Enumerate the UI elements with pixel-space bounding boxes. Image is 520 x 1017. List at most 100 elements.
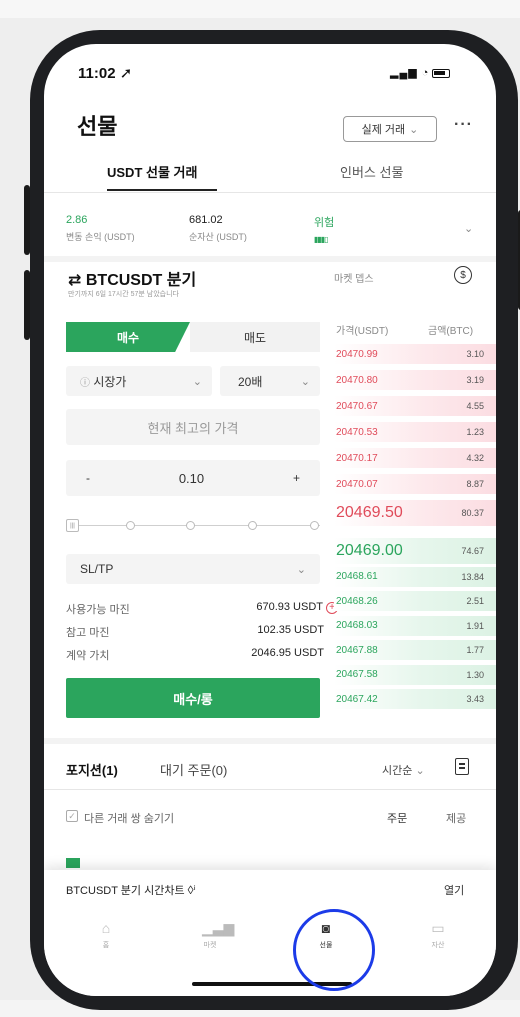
ask-amount: 1.23 (466, 427, 484, 437)
candlestick-icon: ◊ⁱ (187, 883, 196, 897)
orderbook-bid-row[interactable]: 20468.26 2.51 (334, 591, 496, 611)
bid-amount: 13.84 (461, 571, 484, 582)
tab-pending-orders[interactable]: 대기 주문(0) (160, 760, 227, 779)
orderbook-bid-row[interactable]: 20467.58 1.30 (334, 664, 496, 685)
home-icon: ⌂ (101, 920, 111, 936)
pnl-label: 변동 손익 (USDT) (66, 232, 135, 242)
hide-pairs-checkbox[interactable]: ✓ (66, 810, 78, 822)
trade-mode-button[interactable]: 실제 거래 ⌄ (343, 116, 437, 142)
nav-market[interactable]: ▁▃▆ 마켓 (180, 920, 240, 950)
buy-tab[interactable]: 매수 (66, 322, 190, 352)
tab-positions[interactable]: 포지션(1) (66, 760, 118, 779)
available-margin-amount: 670.93 USDT (256, 601, 323, 613)
ask-amount: 3.10 (466, 349, 484, 359)
order-type-label: 시장가 (93, 374, 127, 389)
orderbook-ask-row[interactable]: 20469.50 80.37 (334, 500, 496, 526)
contract-pair[interactable]: ⇄ BTCUSDT 분기 (68, 266, 196, 290)
tab-divider (44, 192, 496, 193)
slider-handle[interactable]: ||| (66, 519, 79, 532)
orderbook-bid-row[interactable]: 20467.88 1.77 (334, 640, 496, 660)
top-strip (0, 0, 520, 18)
dollar-icon[interactable]: $ (454, 266, 472, 284)
orderbook-amount-header: 금액(BTC) (428, 326, 474, 337)
chart-label-text: BTCUSDT 분기 시간차트 (66, 885, 185, 897)
status-time: 11:02 ➚ (78, 65, 133, 82)
ref-margin-label: 참고 마진 (66, 627, 110, 639)
ask-price: 20470.67 (336, 400, 378, 412)
info-icon: ⓘ (80, 377, 90, 389)
volume-down-button (24, 270, 30, 340)
orderbook-bid-row[interactable]: 20468.03 1.91 (334, 615, 496, 636)
more-icon[interactable]: ··· (454, 116, 473, 134)
sort-label: 시간순 (382, 765, 413, 777)
stats-expand-icon[interactable]: ⌄ (464, 222, 473, 235)
slider-step-25[interactable] (126, 521, 135, 530)
nav-home[interactable]: ⌂ 홈 (76, 920, 136, 950)
section-divider (44, 256, 496, 262)
contract-expiry: 만기까지 6일 17시간 57분 남았습니다 (68, 291, 179, 298)
ask-price: 20469.50 (336, 504, 403, 521)
ask-amount: 4.32 (466, 453, 484, 463)
highlight-circle (293, 909, 375, 991)
orderbook-bid-row[interactable]: 20469.00 74.67 (334, 538, 496, 564)
sltp-select[interactable]: SL/TP ⌄ (66, 554, 320, 584)
nav-wallet[interactable]: ▭ 자산 (408, 920, 468, 950)
close-column[interactable]: 제공 (446, 810, 466, 826)
chevron-down-icon: ⌄ (192, 375, 202, 388)
tab-usdt-futures[interactable]: USDT 선물 거래 (107, 162, 197, 181)
page-title: 선물 (77, 114, 118, 139)
status-icons: ▂▄▆ ◔ (390, 66, 451, 79)
orderbook-ask-row[interactable]: 20470.80 3.19 (334, 370, 496, 390)
bid-price: 20469.00 (336, 542, 403, 559)
equity-value: 681.02 (189, 214, 223, 226)
sort-select[interactable]: 시간순 ⌄ (382, 762, 425, 778)
market-depth-label[interactable]: 마켓 뎁스 (334, 270, 374, 285)
plus-button[interactable]: + (293, 471, 300, 485)
leverage-label: 20배 (238, 374, 263, 389)
orderbook-bid-row[interactable]: 20468.61 13.84 (334, 566, 496, 587)
minus-button[interactable]: - (86, 471, 90, 485)
pnl-value: 2.86 (66, 214, 88, 226)
document-icon[interactable] (455, 758, 469, 775)
price-input[interactable]: 현재 최고의 가격 (66, 409, 320, 445)
orderbook-price-header: 가격(USDT) (336, 326, 389, 337)
quantity-stepper[interactable]: - 0.10 + (66, 460, 320, 496)
bid-amount: 2.51 (466, 596, 484, 606)
ask-amount: 4.55 (466, 401, 484, 411)
bid-price: 20467.58 (336, 669, 378, 680)
trade-mode-label: 실제 거래 (361, 124, 406, 136)
sell-tab[interactable]: 매도 (190, 322, 320, 352)
ask-price: 20470.17 (336, 452, 378, 464)
orderbook-ask-row[interactable]: 20470.99 3.10 (334, 344, 496, 364)
ref-margin-value: 102.35 USDT (257, 624, 324, 636)
risk-value: 위험 (314, 217, 335, 229)
chevron-down-icon: ⌄ (409, 123, 419, 136)
chevron-down-icon: ⌄ (300, 375, 310, 388)
leverage-select[interactable]: 20배 ⌄ (220, 366, 320, 396)
available-margin-value: 670.93 USDT + (256, 601, 338, 614)
ask-price: 20470.80 (336, 374, 378, 386)
slider-step-50[interactable] (186, 521, 195, 530)
bid-amount: 1.77 (466, 645, 484, 655)
chevron-down-icon: ⌄ (415, 765, 425, 777)
orderbook-ask-row[interactable]: 20470.67 4.55 (334, 396, 496, 416)
open-chart-button[interactable]: 열기 (444, 882, 464, 898)
orderbook-bid-row[interactable]: 20467.42 3.43 (334, 689, 496, 709)
order-type-select[interactable]: ⓘ 시장가 ⌄ (66, 366, 212, 396)
contract-value-label: 계약 가치 (66, 650, 110, 662)
position-marker (66, 858, 80, 868)
orderbook-ask-row[interactable]: 20470.17 4.32 (334, 448, 496, 468)
orderbook-ask-row[interactable]: 20470.53 1.23 (334, 422, 496, 442)
tab-inverse-futures[interactable]: 인버스 선물 (340, 162, 403, 181)
wallet-icon: ▭ (431, 920, 445, 936)
orderbook-ask-row[interactable]: 20470.07 8.87 (334, 474, 496, 494)
order-column[interactable]: 주문 (387, 810, 407, 826)
bid-price: 20468.03 (336, 620, 378, 631)
chevron-down-icon: ⌄ (296, 563, 306, 576)
slider-step-75[interactable] (248, 521, 257, 530)
ask-price: 20470.07 (336, 478, 378, 490)
buy-long-button[interactable]: 매수/롱 (66, 678, 320, 718)
section-divider (44, 738, 496, 744)
chart-label[interactable]: BTCUSDT 분기 시간차트 ◊ⁱ (66, 882, 196, 898)
slider-step-100[interactable] (310, 521, 319, 530)
